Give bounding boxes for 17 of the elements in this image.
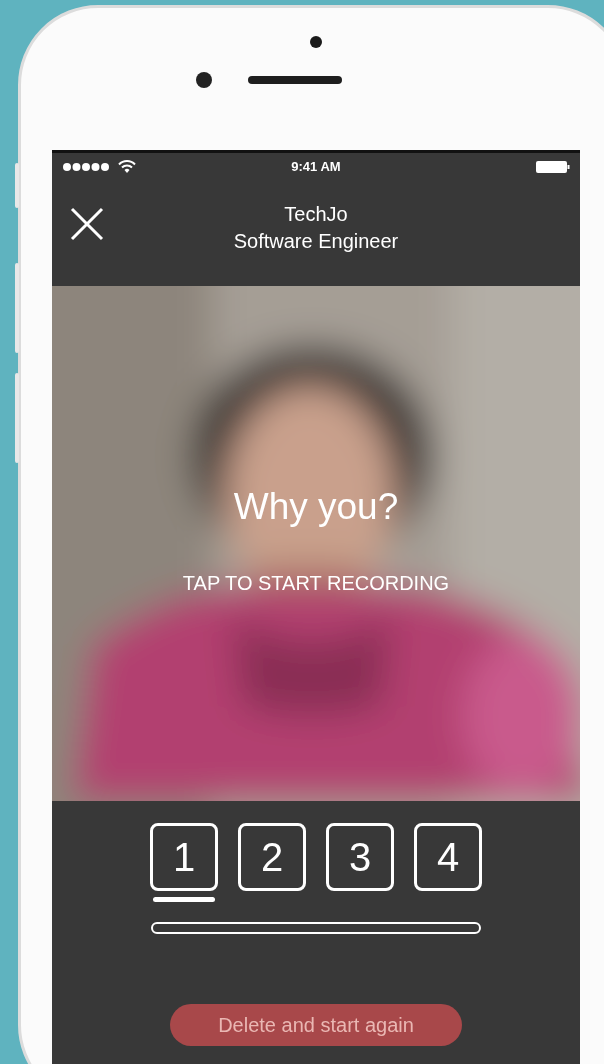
question-step-tab[interactable]: 3 — [326, 823, 394, 891]
camera-lens — [195, 72, 212, 88]
record-hint: TAP TO START RECORDING — [182, 572, 450, 595]
question-text: Why you? — [233, 486, 399, 528]
close-icon — [70, 207, 104, 241]
camera-preview[interactable]: Why you? TAP TO START RECORDING — [52, 286, 580, 801]
status-time: 9:41 AM — [290, 159, 342, 174]
battery-icon — [536, 160, 570, 173]
wifi-icon — [118, 160, 136, 173]
question-step-tab[interactable]: 1 — [150, 823, 218, 891]
question-step-tab[interactable]: 2 — [238, 823, 306, 891]
close-button[interactable] — [70, 207, 104, 241]
signal-icon — [62, 161, 110, 172]
sensor-dot — [310, 36, 322, 48]
company-name: TechJo — [284, 202, 348, 227]
question-step-tab[interactable]: 4 — [414, 823, 482, 891]
job-title: Software Engineer — [233, 229, 399, 254]
